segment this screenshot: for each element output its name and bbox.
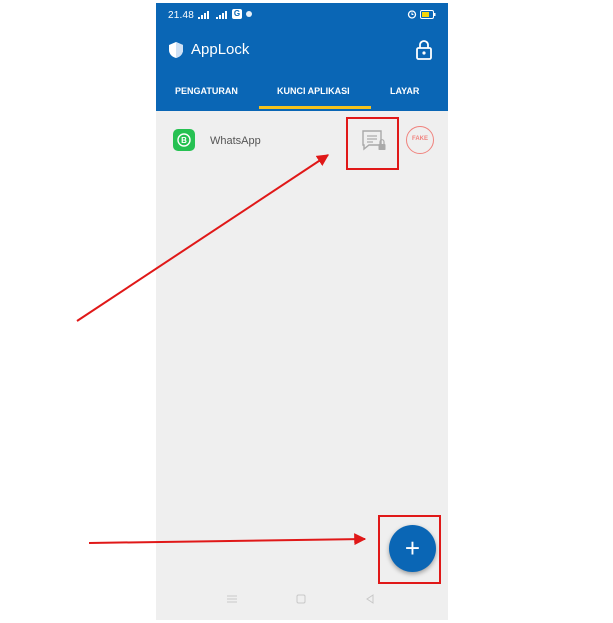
app-title: AppLock — [191, 41, 250, 58]
fake-button[interactable]: FAKE — [406, 126, 434, 154]
data-saver-icon — [246, 11, 252, 17]
lock-icon[interactable] — [415, 39, 433, 61]
app-name: WhatsApp — [210, 135, 261, 147]
whatsapp-icon-letter: B — [181, 136, 187, 145]
list-item[interactable]: B WhatsApp FAKE — [156, 119, 448, 157]
battery-icon — [420, 10, 436, 19]
alarm-icon — [407, 10, 417, 19]
sim-badge: G — [232, 9, 242, 19]
highlight-box-message-lock — [346, 117, 399, 170]
home-icon[interactable] — [296, 594, 306, 604]
menu-icon[interactable] — [227, 594, 237, 604]
shield-icon — [169, 42, 183, 58]
signal-icon — [216, 11, 227, 19]
highlight-box-add-button — [378, 515, 441, 584]
app-bar: AppLock — [156, 27, 448, 78]
tab-kunci-aplikasi[interactable]: KUNCI APLIKASI — [277, 86, 350, 96]
status-bar: 21.48 G — [156, 3, 448, 27]
status-time: 21.48 — [168, 10, 195, 21]
signal-icon — [198, 11, 209, 19]
back-icon[interactable] — [365, 594, 375, 604]
whatsapp-business-icon: B — [173, 129, 195, 151]
tab-indicator — [259, 106, 371, 109]
tab-pengaturan[interactable]: PENGATURAN — [175, 86, 238, 96]
navigation-bar — [156, 586, 448, 620]
tab-bar: PENGATURAN KUNCI APLIKASI LAYAR — [156, 78, 448, 111]
tab-layar[interactable]: LAYAR — [390, 86, 419, 96]
